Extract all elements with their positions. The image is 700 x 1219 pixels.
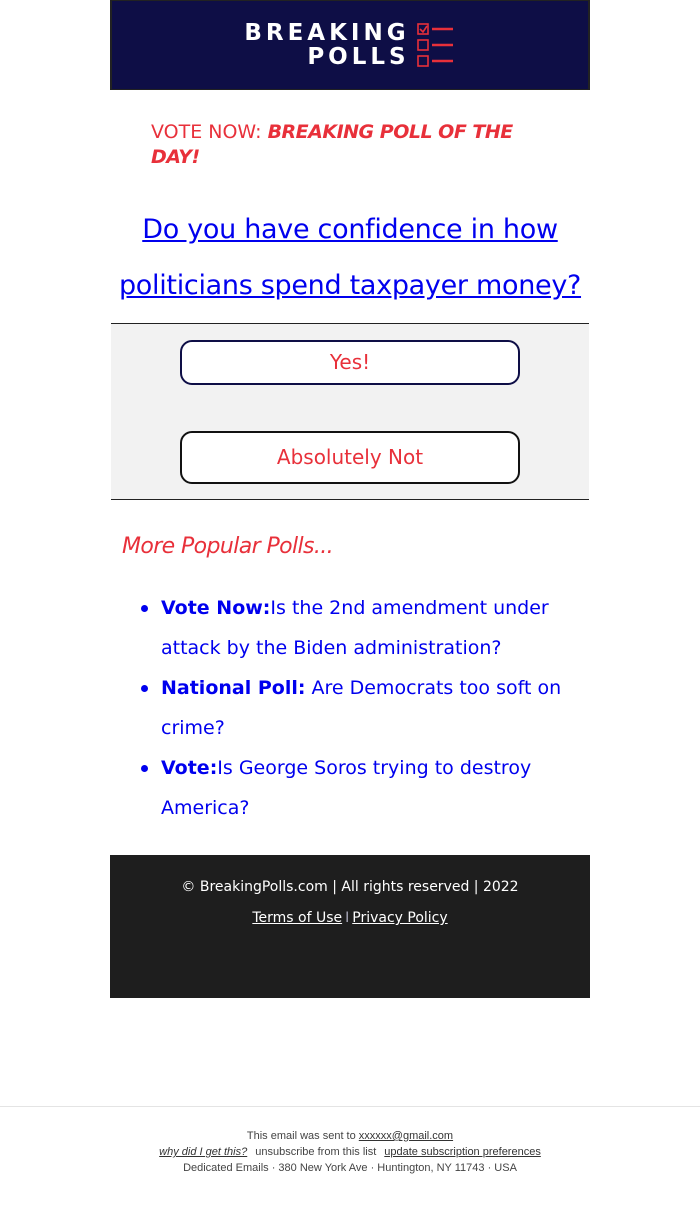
list-item: National Poll: Are Democrats too soft on… [141,668,571,748]
logo-text: BREAKING POLLS [244,21,409,69]
email-container: BREAKING POLLS VOTE NOW: BREAKING POLL O… [110,0,590,998]
recipient-email-link[interactable]: xxxxxx@gmail.com [359,1130,453,1142]
answer-yes-button[interactable]: Yes! [180,340,520,385]
update-preferences-link[interactable]: update subscription preferences [384,1146,541,1158]
sent-to-line: This email was sent to xxxxxx@gmail.com [0,1128,700,1144]
logo-line-1: BREAKING [244,20,410,46]
legal-footer: This email was sent to xxxxxx@gmail.com … [0,1128,700,1176]
more-polls-title: More Popular Polls... [122,534,334,559]
footer-links: Terms of Use I Privacy Policy [110,910,590,926]
poll-question-section: Do you have confidence in how politician… [111,180,589,324]
poll-link-soros[interactable]: Vote:Is George Soros trying to destroy A… [161,757,531,819]
more-polls-list: Vote Now:Is the 2nd amendment under atta… [141,588,571,828]
copyright-text: © BreakingPolls.com | All rights reserve… [181,879,519,895]
vote-now-lead: VOTE NOW: [151,121,268,143]
poll-link-2nd-amendment[interactable]: Vote Now:Is the 2nd amendment under atta… [161,597,549,659]
unsubscribe-link[interactable]: unsubscribe from this list [255,1146,376,1158]
breaking-polls-logo[interactable]: BREAKING POLLS [244,20,455,70]
poll-text: Is George Soros trying to destroy Americ… [161,757,532,819]
subscription-links: why did I get this? unsubscribe from this… [0,1144,700,1160]
checklist-icon [416,23,453,67]
email-footer: © BreakingPolls.com | All rights reserve… [110,855,590,998]
answer-section: Yes! Absolutely Not [111,323,589,500]
answer-absolutely-not-button[interactable]: Absolutely Not [180,431,520,484]
divider [0,1106,700,1107]
privacy-policy-link[interactable]: Privacy Policy [352,910,447,926]
header-banner: BREAKING POLLS [111,0,589,90]
terms-of-use-link[interactable]: Terms of Use [252,910,342,926]
poll-prefix: National Poll: [161,677,306,699]
list-item: Vote Now:Is the 2nd amendment under atta… [141,588,571,668]
poll-prefix: Vote: [161,757,218,779]
sent-to-prefix: This email was sent to [246,1130,359,1142]
poll-question-link[interactable]: Do you have confidence in how politician… [119,214,581,301]
why-did-i-get-this-link[interactable]: why did I get this? [159,1146,247,1158]
poll-prefix: Vote Now: [161,597,271,619]
footer-separator: I [345,910,350,926]
poll-link-democrats-crime[interactable]: National Poll: Are Democrats too soft on… [161,677,561,739]
logo-line-2: POLLS [307,44,410,70]
sender-address: Dedicated Emails · 380 New York Ave · Hu… [183,1162,517,1174]
more-polls-section: More Popular Polls... Vote Now:Is the 2n… [111,500,589,855]
list-item: Vote:Is George Soros trying to destroy A… [141,748,571,828]
